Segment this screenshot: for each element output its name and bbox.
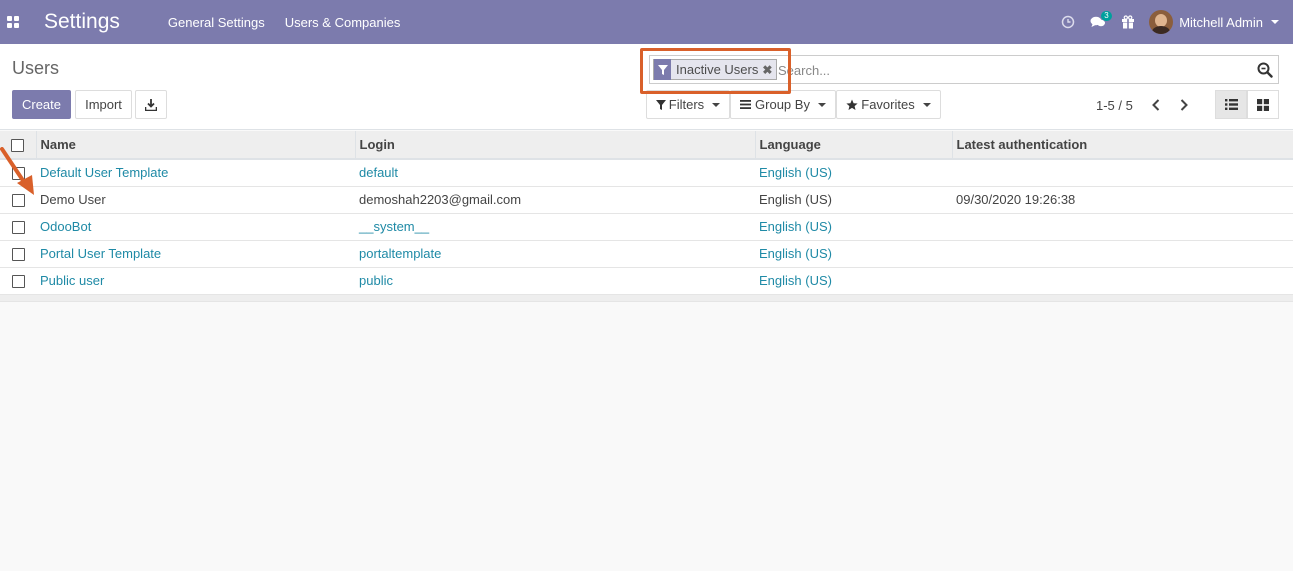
column-header-name[interactable]: Name [35,131,355,160]
cell-name[interactable]: Portal User Template [36,240,355,267]
facet-label: Inactive Users [676,62,759,77]
cell-language[interactable]: English (US) [755,186,952,213]
systray: 3 Mitchell Admin [1053,0,1293,44]
activity-clock-icon[interactable] [1053,0,1083,44]
row-checkbox[interactable] [12,248,25,262]
apps-menu-icon[interactable] [0,0,26,44]
filter-icon [654,59,671,80]
download-icon [145,98,157,111]
cell-login[interactable]: portaltemplate [355,240,755,267]
group-by-button[interactable]: Group By [730,90,836,119]
pager-value[interactable]: 1-5 / 5 [1096,98,1133,113]
kanban-view-icon [1257,98,1269,111]
filter-icon [655,99,666,110]
search-facet[interactable]: Inactive Users ✖ [653,59,778,80]
top-navbar: Settings General Settings Users & Compan… [0,0,1293,44]
import-button[interactable]: Import [75,90,132,119]
select-all-checkbox[interactable] [11,139,24,153]
cell-latest-auth [952,240,1293,267]
cell-latest-auth [952,267,1293,294]
table-row[interactable]: Demo User demoshah2203@gmail.com English… [0,186,1293,213]
menu-general-settings[interactable]: General Settings [168,15,265,30]
chevron-down-icon [1271,20,1279,24]
facet-remove-icon[interactable]: ✖ [762,63,776,77]
search-bar: Inactive Users ✖ [649,55,1279,84]
cell-latest-auth [952,159,1293,186]
table-header-row: Name Login Language Latest authenticatio… [0,131,1293,160]
cell-login[interactable]: public [355,267,755,294]
row-checkbox[interactable] [12,221,25,235]
users-table: Name Login Language Latest authenticatio… [0,131,1293,302]
messages-icon[interactable]: 3 [1083,0,1113,44]
cell-login[interactable]: default [355,159,755,186]
select-all-cell [0,131,36,160]
row-select-cell [0,213,36,240]
search-icon[interactable] [1257,62,1273,78]
pager-next-icon[interactable] [1173,94,1195,116]
chevron-down-icon [817,102,826,107]
row-checkbox[interactable] [12,194,25,208]
table-footer [0,294,1293,301]
star-icon [846,99,858,110]
control-panel: Users Inactive Users ✖ Create Import Fil… [0,44,1293,130]
cell-language[interactable]: English (US) [755,267,952,294]
messages-badge: 3 [1101,11,1112,21]
list-view-button[interactable] [1215,90,1247,119]
cell-name[interactable]: OdooBot [36,213,355,240]
filters-label: Filters [668,97,705,112]
cell-name[interactable]: Public user [36,267,355,294]
app-title: Settings [44,10,120,33]
breadcrumb: Users [12,58,60,78]
cell-language[interactable]: English (US) [755,159,952,186]
table-row[interactable]: Default User Template default English (U… [0,159,1293,186]
chevron-down-icon [712,102,721,107]
favorites-button[interactable]: Favorites [836,90,941,119]
favorites-label: Favorites [861,97,915,112]
column-header-login[interactable]: Login [354,131,755,160]
user-avatar [1149,10,1174,34]
cell-login[interactable]: demoshah2203@gmail.com [355,186,755,213]
row-select-cell [0,240,36,267]
filters-button[interactable]: Filters [646,90,730,119]
chevron-down-icon [922,102,931,107]
row-select-cell [0,159,36,186]
table-row[interactable]: OdooBot __system__ English (US) [0,213,1293,240]
menu-users-companies[interactable]: Users & Companies [285,15,401,30]
table-row[interactable]: Portal User Template portaltemplate Engl… [0,240,1293,267]
create-button[interactable]: Create [12,90,71,119]
cell-name[interactable]: Default User Template [36,159,355,186]
user-menu[interactable]: Mitchell Admin [1149,10,1279,34]
table-row[interactable]: Public user public English (US) [0,267,1293,294]
column-header-language[interactable]: Language [754,131,952,160]
cell-login[interactable]: __system__ [355,213,755,240]
search-input[interactable] [778,60,1248,80]
main-menu: General Settings Users & Companies [168,15,420,30]
users-list: Name Login Language Latest authenticatio… [0,131,1293,302]
download-button[interactable] [135,90,167,119]
list-view-icon [1224,99,1238,110]
cell-language[interactable]: English (US) [755,213,952,240]
cell-latest-auth: 09/30/2020 19:26:38 [956,192,1076,207]
group-by-label: Group By [755,97,810,112]
gift-icon[interactable] [1113,0,1143,44]
row-select-cell [0,267,36,294]
pager-previous-icon[interactable] [1145,94,1167,116]
user-name: Mitchell Admin [1179,14,1263,30]
column-header-latest-auth[interactable]: Latest authentication [951,131,1293,160]
list-bars-icon [740,100,752,109]
row-checkbox[interactable] [12,167,25,181]
row-checkbox[interactable] [12,275,25,289]
cell-latest-auth [952,213,1293,240]
cell-language[interactable]: English (US) [755,240,952,267]
cell-name[interactable]: Demo User [36,186,355,213]
kanban-view-button[interactable] [1247,90,1279,119]
row-select-cell [0,186,36,213]
